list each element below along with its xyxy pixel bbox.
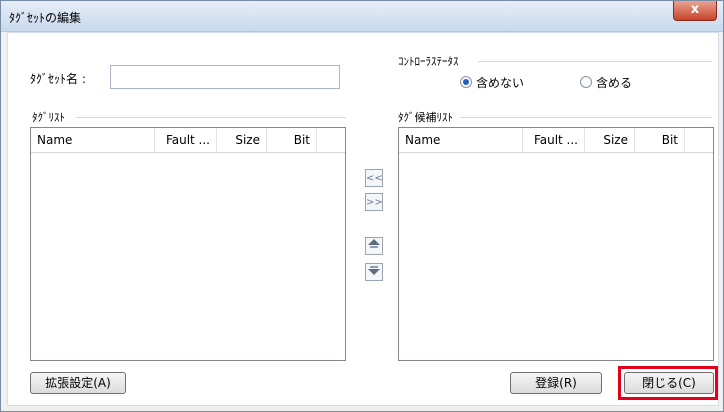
candidate-list-group-label: ﾀｸﾞ候補ﾘｽﾄ: [396, 109, 455, 125]
tag-list-col-name[interactable]: Name: [31, 128, 155, 152]
radio-exclude-label: 含めない: [476, 76, 525, 90]
radio-include-indicator: [580, 76, 592, 88]
controller-status-label: ｺﾝﾄﾛｰﾗｽﾃｰﾀｽ: [396, 53, 461, 69]
candidate-list-col-bit[interactable]: Bit: [635, 128, 685, 152]
candidate-list-header: Name Fault ... Size Bit: [399, 128, 713, 153]
tagset-edit-dialog: ﾀｸﾞｾｯﾄの編集 x ﾀｸﾞｾｯﾄ名 : ｺﾝﾄﾛｰﾗｽﾃｰﾀｽ 含めない 含…: [0, 0, 724, 412]
close-button-highlight: [618, 366, 718, 400]
radio-include-label: 含める: [596, 76, 633, 90]
move-up-button[interactable]: [365, 237, 383, 255]
tagset-name-input[interactable]: [110, 65, 340, 89]
radio-include[interactable]: 含める: [580, 74, 632, 91]
tag-list-group-label: ﾀｸﾞﾘｽﾄ: [30, 109, 67, 125]
window-title: ﾀｸﾞｾｯﾄの編集: [9, 11, 82, 25]
candidate-list-col-size[interactable]: Size: [585, 128, 635, 152]
move-up-icon: [368, 239, 380, 248]
tag-list-col-fault[interactable]: Fault ...: [155, 128, 217, 152]
radio-exclude[interactable]: 含めない: [460, 74, 524, 91]
candidate-list-col-name[interactable]: Name: [399, 128, 523, 152]
close-window-button[interactable]: x: [673, 1, 717, 21]
tag-list-col-bit[interactable]: Bit: [267, 128, 317, 152]
radio-exclude-indicator: [460, 76, 472, 88]
tag-list-header: Name Fault ... Size Bit: [31, 128, 345, 153]
register-button[interactable]: 登録(R): [510, 372, 602, 394]
move-to-tag-list-button[interactable]: <<: [365, 169, 383, 187]
tag-list-divider: [76, 117, 346, 118]
extended-settings-button[interactable]: 拡張設定(A): [30, 372, 126, 394]
dialog-body: ﾀｸﾞｾｯﾄ名 : ｺﾝﾄﾛｰﾗｽﾃｰﾀｽ 含めない 含める ﾀｸﾞﾘｽﾄ Na…: [7, 32, 719, 406]
candidate-list-divider: [460, 117, 712, 118]
tagset-name-label: ﾀｸﾞｾｯﾄ名 :: [30, 72, 86, 86]
tag-list-col-size[interactable]: Size: [217, 128, 267, 152]
candidate-list[interactable]: Name Fault ... Size Bit: [398, 127, 714, 361]
candidate-list-col-fault[interactable]: Fault ...: [523, 128, 585, 152]
controller-status-divider: [478, 61, 712, 62]
move-down-button[interactable]: [365, 263, 383, 281]
move-to-candidate-list-button[interactable]: >>: [365, 193, 383, 211]
move-down-icon: [368, 266, 380, 275]
tag-list[interactable]: Name Fault ... Size Bit: [30, 127, 346, 361]
title-bar: ﾀｸﾞｾｯﾄの編集 x: [1, 1, 723, 32]
